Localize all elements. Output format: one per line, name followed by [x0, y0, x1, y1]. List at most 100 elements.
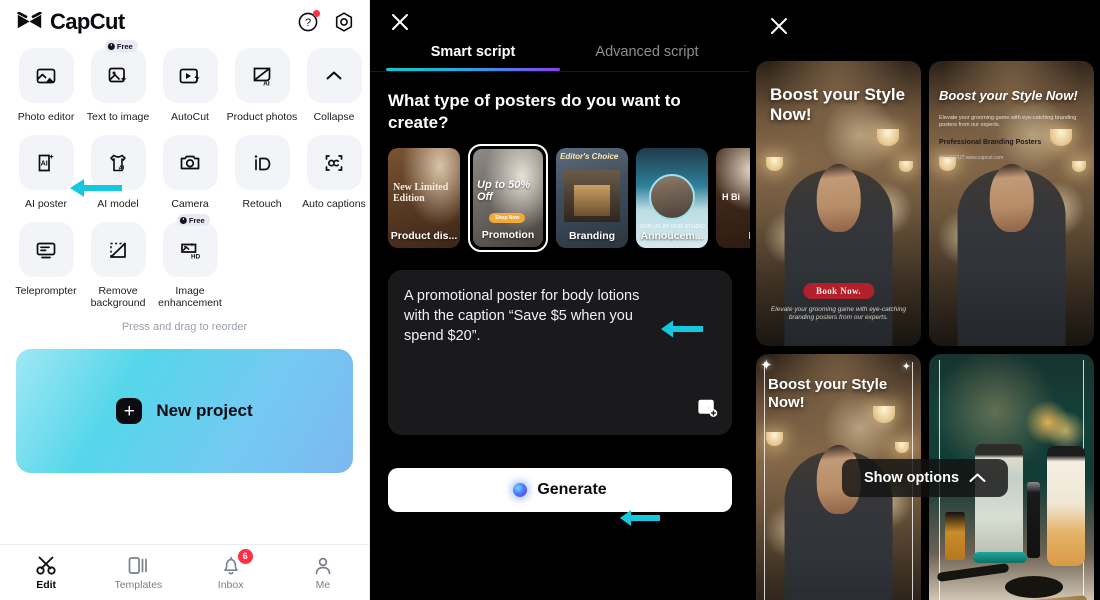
- nav-item-inbox[interactable]: 6 Inbox: [185, 548, 277, 591]
- tool-label: AI model: [97, 198, 139, 210]
- tool-tile: [90, 222, 146, 277]
- tool-product-photos[interactable]: AI Product photos: [227, 48, 297, 129]
- tool-teleprompter[interactable]: Teleprompter: [12, 222, 80, 315]
- retouch-icon: [254, 154, 271, 170]
- tool-autocut[interactable]: AutoCut: [156, 48, 224, 129]
- poster-cta: Book Now.: [802, 283, 875, 299]
- poster-type-label: Annoucem...: [640, 230, 704, 242]
- bell-icon: 6: [220, 548, 253, 576]
- add-image-icon[interactable]: [696, 396, 718, 423]
- new-project-button[interactable]: + New project: [16, 349, 353, 473]
- tab-advanced-script[interactable]: Advanced script: [560, 44, 734, 71]
- generate-button[interactable]: Generate: [388, 468, 732, 512]
- remove-background-icon: [110, 242, 126, 258]
- inbox-badge-count: 6: [237, 548, 253, 564]
- poster-midline: Professional Branding Posters: [939, 139, 1042, 146]
- poster-type-art-text: New Limited Edition: [393, 182, 449, 204]
- poster-type-announcement[interactable]: JOIN US AT OUR STUDIO Annoucem...: [636, 148, 708, 248]
- prompt-textarea[interactable]: A promotional poster for body lotions wi…: [388, 270, 732, 435]
- chevron-up-icon: [969, 473, 986, 482]
- poster-type-art-text: H Bi: [722, 192, 740, 202]
- poster-type-art: New Limited Edition Product dis...: [388, 148, 460, 248]
- tool-text-to-image[interactable]: Free Text to image: [84, 40, 152, 129]
- product-tool: [936, 563, 1010, 582]
- image-enhancement-icon: HD: [181, 242, 201, 260]
- nav-item-templates[interactable]: Templates: [92, 555, 184, 591]
- poster-subject-head: [989, 163, 1034, 232]
- person-icon: [312, 555, 334, 576]
- poster-type-art-text: Up to 50% Off: [477, 179, 531, 203]
- clock-icon: [179, 216, 187, 224]
- settings-icon[interactable]: [333, 11, 355, 33]
- svg-text:AI: AI: [263, 80, 270, 87]
- show-options-label: Show options: [863, 470, 960, 486]
- poster-type-product-display[interactable]: New Limited Edition Product dis...: [388, 148, 460, 248]
- tools-grid: Photo editor Free Text to image AutoCut …: [0, 40, 369, 333]
- tab-smart-script[interactable]: Smart script: [386, 44, 560, 71]
- poster-result-2[interactable]: Boost your Style Now! Elevate your groom…: [929, 61, 1094, 346]
- tools-row-1: Photo editor Free Text to image AutoCut …: [10, 40, 362, 129]
- tool-ai-poster[interactable]: AI AI poster: [12, 135, 80, 216]
- svg-text:AI: AI: [119, 165, 125, 171]
- show-options-button[interactable]: Show options: [841, 459, 1009, 497]
- tool-camera[interactable]: Camera: [156, 135, 224, 216]
- help-notification-dot: [313, 10, 320, 17]
- smart-script-panel: Smart script Advanced script What type o…: [370, 0, 750, 600]
- lamp-icon: [1072, 161, 1086, 172]
- chevron-up-icon: [326, 71, 342, 79]
- autocut-icon: [179, 68, 200, 83]
- poster-type-label: Branding: [568, 230, 616, 242]
- free-badge: Free: [176, 214, 210, 226]
- help-icon[interactable]: ?: [297, 10, 320, 33]
- poster-headline: Boost your Style Now!: [939, 88, 1078, 103]
- tool-collapse[interactable]: Collapse: [300, 48, 368, 129]
- poster-result-1[interactable]: Boost your Style Now! Book Now. Elevate …: [756, 61, 921, 346]
- product-bottle: [1027, 482, 1040, 558]
- close-icon[interactable]: [767, 14, 791, 43]
- page-title: What type of posters do you want to crea…: [388, 91, 681, 132]
- brand-name: CapCut: [50, 9, 125, 34]
- sparkle-icon: ✦: [760, 357, 773, 374]
- tool-ai-model[interactable]: AI AI model: [84, 135, 152, 216]
- tools-row-3: Teleprompter Remove background Free HD I…: [10, 214, 359, 315]
- poster-subheadline: Elevate your grooming game with eye-catc…: [939, 115, 1077, 128]
- prompt-value: A promotional poster for body lotions wi…: [404, 288, 640, 344]
- poster-type-art: H Bi P: [716, 148, 750, 248]
- tool-tile: AI: [234, 48, 290, 103]
- poster-type-label: Promotion: [481, 229, 535, 241]
- product-photos-icon: AI: [253, 67, 271, 87]
- plus-icon: +: [116, 398, 143, 424]
- tools-row-2: AI AI poster AI AI model Camera Retouch …: [10, 135, 366, 216]
- tool-auto-captions[interactable]: Auto captions: [300, 135, 368, 216]
- tool-label: Retouch: [242, 198, 282, 210]
- tab-label: Advanced script: [595, 44, 699, 60]
- nav-item-edit[interactable]: Edit: [0, 555, 92, 591]
- poster-type-promotion[interactable]: Up to 50% Off Shop Now Promotion: [468, 144, 548, 252]
- tool-photo-editor[interactable]: Photo editor: [12, 48, 80, 129]
- poster-results-panel: Boost your Style Now! Book Now. Elevate …: [750, 0, 1100, 600]
- tool-image-enhancement[interactable]: Free HD Image enhancement: [156, 214, 224, 315]
- poster-type-fifth[interactable]: H Bi P: [716, 148, 750, 248]
- tool-remove-background[interactable]: Remove background: [84, 222, 152, 315]
- tool-retouch[interactable]: Retouch: [228, 135, 296, 216]
- auto-captions-icon: [325, 154, 343, 171]
- poster-type-branding[interactable]: Editor's Choice Branding: [556, 148, 628, 248]
- tool-label: AI poster: [24, 198, 68, 210]
- poster-type-list[interactable]: New Limited Edition Product dis... Up to…: [370, 134, 750, 252]
- poster-type-art-text: Editor's Choice: [560, 152, 619, 161]
- tool-tile: [306, 48, 362, 103]
- free-badge-label: Free: [188, 215, 205, 225]
- poster-subject-head: [816, 163, 861, 232]
- ai-model-icon: AI: [110, 154, 126, 171]
- script-mode-tabs: Smart script Advanced script: [370, 44, 750, 71]
- tool-tile: [306, 135, 362, 190]
- poster-headline: Boost your Style Now!: [768, 376, 888, 411]
- product-bottle: [945, 512, 965, 560]
- tool-label: Teleprompter: [15, 285, 77, 297]
- tool-label: Camera: [171, 198, 209, 210]
- tool-label: Text to image: [86, 111, 150, 123]
- product-brush: [1005, 576, 1063, 598]
- nav-item-me[interactable]: Me: [277, 555, 369, 591]
- close-icon[interactable]: [388, 10, 412, 39]
- tool-tile: Free HD: [162, 214, 218, 277]
